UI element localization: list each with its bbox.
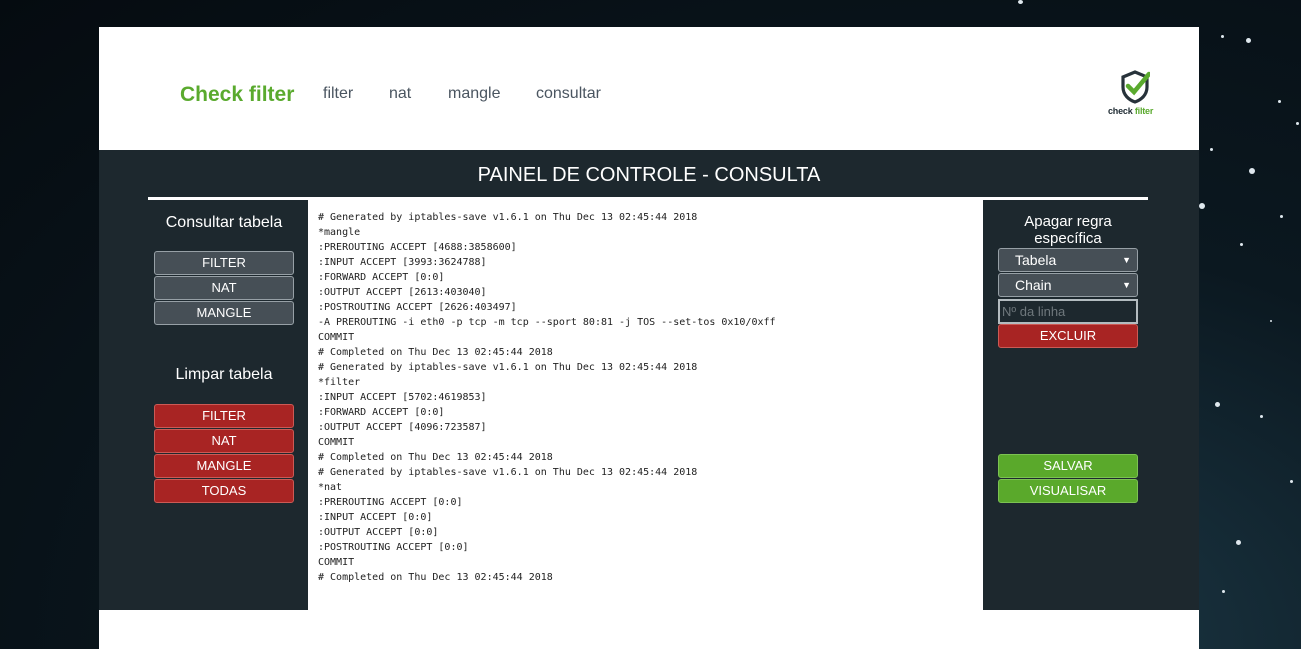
apagar-regra-heading: Apagar regra específica [1024,213,1112,247]
output-line: COMMIT [318,332,355,343]
output-line: *filter [318,377,361,388]
output-line: :PREROUTING ACCEPT [0:0] [318,497,463,508]
output-line: :OUTPUT ACCEPT [0:0] [318,527,439,538]
output-line: :POSTROUTING ACCEPT [0:0] [318,542,469,553]
panel-title: PAINEL DE CONTROLE - CONSULTA [477,164,821,186]
salvar-button[interactable]: SALVAR [998,454,1138,478]
chevron-down-icon: ▼ [1122,280,1131,290]
consultar-tabela-heading: Consultar tabela [165,214,283,231]
consultar-mangle-button[interactable]: MANGLE [154,301,294,325]
output-line: *mangle [318,227,361,238]
visualisar-button[interactable]: VISUALISAR [998,479,1138,503]
nav-link-consultar[interactable]: consultar [536,85,601,103]
excluir-button[interactable]: EXCLUIR [998,324,1138,348]
output-line: -A PREROUTING -i eth0 -p tcp -m tcp --sp… [318,317,776,328]
output-line: :FORWARD ACCEPT [0:0] [318,407,445,418]
shield-check-icon [1121,70,1150,104]
output-line: :INPUT ACCEPT [5702:4619853] [318,392,487,403]
output-line: :OUTPUT ACCEPT [2613:403040] [318,287,487,298]
output-line: # Generated by iptables-save v1.6.1 on T… [318,467,698,478]
tabela-select-value: Tabela [1015,252,1057,268]
top-navbar: Check filter filter nat mangle consultar… [99,27,1199,150]
chevron-down-icon: ▼ [1122,255,1131,265]
nav-link-nat[interactable]: nat [389,85,411,103]
output-line: # Generated by iptables-save v1.6.1 on T… [318,362,698,373]
output-line: # Completed on Thu Dec 13 02:45:44 2018 [318,452,553,463]
chain-select-value: Chain [1015,277,1052,293]
output-line: # Generated by iptables-save v1.6.1 on T… [318,212,698,223]
output-line: :PREROUTING ACCEPT [4688:3858600] [318,242,517,253]
consultar-nat-button[interactable]: NAT [154,276,294,300]
nav-link-mangle[interactable]: mangle [448,85,500,103]
limpar-filter-button[interactable]: FILTER [154,404,294,428]
page-container: Check filter filter nat mangle consultar… [99,27,1199,649]
output-line: COMMIT [318,437,355,448]
linha-number-input[interactable] [998,299,1138,324]
output-line: :FORWARD ACCEPT [0:0] [318,272,445,283]
output-line: # Completed on Thu Dec 13 02:45:44 2018 [318,572,553,583]
limpar-todas-button[interactable]: TODAS [154,479,294,503]
logo-text: check filter [1108,106,1154,116]
control-panel: PAINEL DE CONTROLE - CONSULTA Consultar … [99,150,1199,610]
tabela-select[interactable]: Tabela ▼ [998,248,1138,272]
output-line: :OUTPUT ACCEPT [4096:723587] [318,422,487,433]
consultar-filter-button[interactable]: FILTER [154,251,294,275]
limpar-nat-button[interactable]: NAT [154,429,294,453]
output-line: *nat [318,482,343,493]
limpar-mangle-button[interactable]: MANGLE [154,454,294,478]
nav-link-filter[interactable]: filter [323,85,353,103]
check-filter-logo: check filter [1108,70,1162,118]
chain-select[interactable]: Chain ▼ [998,273,1138,297]
limpar-tabela-heading: Limpar tabela [175,366,273,383]
output-line: :INPUT ACCEPT [3993:3624788] [318,257,487,268]
brand-link[interactable]: Check filter [180,83,294,107]
output-line: :POSTROUTING ACCEPT [2626:403497] [318,302,517,313]
output-line: # Completed on Thu Dec 13 02:45:44 2018 [318,347,553,358]
iptables-output: # Generated by iptables-save v1.6.1 on T… [308,199,983,610]
output-line: :INPUT ACCEPT [0:0] [318,512,433,523]
output-line: COMMIT [318,557,355,568]
